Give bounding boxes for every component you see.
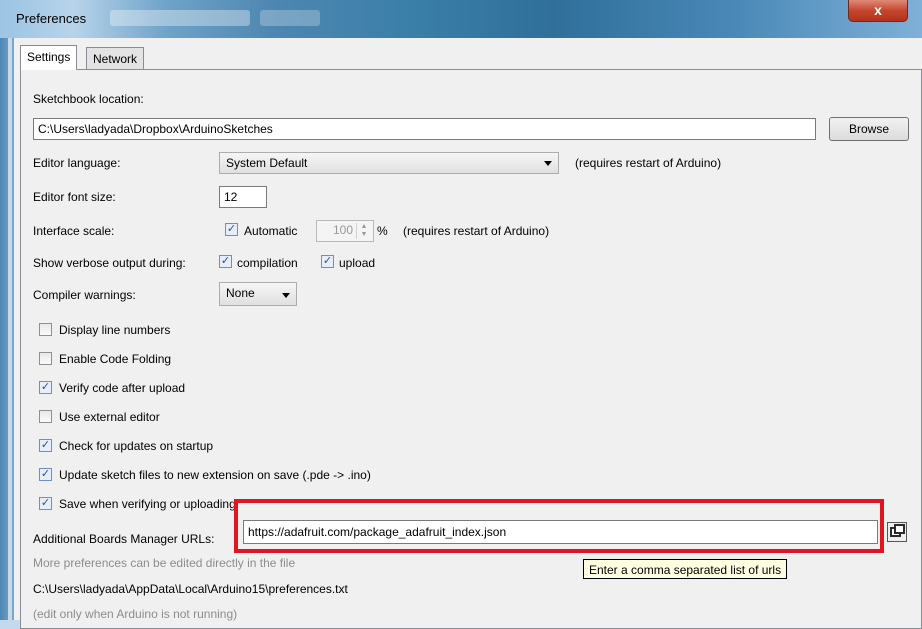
settings-panel: Sketchbook location: C:\Users\ladyada\Dr… — [20, 69, 922, 629]
editor-language-note: (requires restart of Arduino) — [575, 156, 722, 170]
tab-settings-label: Settings — [27, 50, 71, 64]
edit-note-text: (edit only when Arduino is not running) — [33, 607, 238, 621]
automatic-label: Automatic — [244, 224, 298, 238]
spinner-arrows-icon[interactable]: ▲ ▼ — [356, 223, 371, 239]
tab-settings[interactable]: Settings — [20, 45, 78, 70]
chevron-down-icon — [544, 161, 552, 166]
window-left-border — [0, 38, 14, 620]
interface-scale-spinner[interactable]: 100 ▲ ▼ — [316, 220, 374, 242]
urls-tooltip: Enter a comma separated list of urls — [583, 559, 788, 579]
sketchbook-location-label: Sketchbook location: — [33, 92, 144, 106]
editor-font-size-input[interactable]: 12 — [219, 186, 267, 208]
sketchbook-location-input[interactable]: C:\Users\ladyada\Dropbox\ArduinoSketches — [33, 118, 816, 140]
compiler-warnings-select[interactable]: None — [219, 282, 297, 306]
use-external-editor-label: Use external editor — [59, 410, 160, 424]
check-updates-checkbox[interactable]: ✓ — [39, 439, 52, 452]
title-bar[interactable]: Preferences x — [0, 0, 922, 38]
highlight-box — [234, 499, 884, 553]
window-title: Preferences — [16, 11, 87, 26]
boards-manager-urls-label: Additional Boards Manager URLs: — [33, 532, 215, 546]
preferences-file-path[interactable]: C:\Users\ladyada\AppData\Local\Arduino15… — [33, 582, 348, 596]
automatic-checkbox[interactable]: ✓ — [225, 223, 238, 236]
display-line-numbers-label: Display line numbers — [59, 323, 171, 337]
preferences-window: Preferences x Settings Network Sketchboo… — [0, 0, 922, 629]
verbose-output-label: Show verbose output during: — [33, 256, 186, 270]
editor-language-label: Editor language: — [33, 156, 121, 170]
interface-scale-value: 100 — [332, 223, 353, 237]
tab-network-label: Network — [93, 52, 138, 66]
compiler-warnings-label: Compiler warnings: — [33, 288, 136, 302]
enable-code-folding-label: Enable Code Folding — [59, 352, 172, 366]
interface-scale-label: Interface scale: — [33, 224, 115, 238]
verify-code-checkbox[interactable]: ✓ — [39, 381, 52, 394]
save-when-verifying-checkbox[interactable]: ✓ — [39, 497, 52, 510]
compilation-label: compilation — [237, 256, 298, 270]
window-icon — [894, 524, 905, 534]
interface-scale-unit: % — [377, 224, 388, 238]
title-bar-blur — [260, 10, 320, 26]
save-when-verifying-label: Save when verifying or uploading — [59, 497, 236, 511]
browse-button[interactable]: Browse — [829, 117, 909, 141]
editor-language-select[interactable]: System Default — [219, 152, 559, 174]
verify-code-label: Verify code after upload — [59, 381, 186, 395]
check-updates-label: Check for updates on startup — [59, 439, 214, 453]
enable-code-folding-checkbox[interactable] — [39, 352, 52, 365]
editor-language-value: System Default — [226, 156, 308, 170]
use-external-editor-checkbox[interactable] — [39, 410, 52, 423]
more-preferences-text: More preferences can be edited directly … — [33, 556, 296, 570]
update-sketch-files-label: Update sketch files to new extension on … — [59, 468, 371, 482]
upload-checkbox[interactable]: ✓ — [321, 255, 334, 268]
display-line-numbers-checkbox[interactable] — [39, 323, 52, 336]
compiler-warnings-value: None — [226, 286, 255, 300]
compilation-checkbox[interactable]: ✓ — [219, 255, 232, 268]
chevron-down-icon — [282, 293, 290, 298]
upload-label: upload — [339, 256, 376, 270]
close-button[interactable]: x — [848, 0, 908, 22]
interface-scale-note: (requires restart of Arduino) — [403, 224, 550, 238]
close-icon: x — [874, 2, 882, 18]
update-sketch-files-checkbox[interactable]: ✓ — [39, 468, 52, 481]
title-bar-blur — [110, 10, 250, 26]
urls-edit-button[interactable] — [887, 522, 907, 542]
editor-font-size-label: Editor font size: — [33, 190, 116, 204]
tab-network[interactable]: Network — [86, 47, 145, 69]
dialog-content: Settings Network Sketchbook location: C:… — [14, 38, 922, 629]
